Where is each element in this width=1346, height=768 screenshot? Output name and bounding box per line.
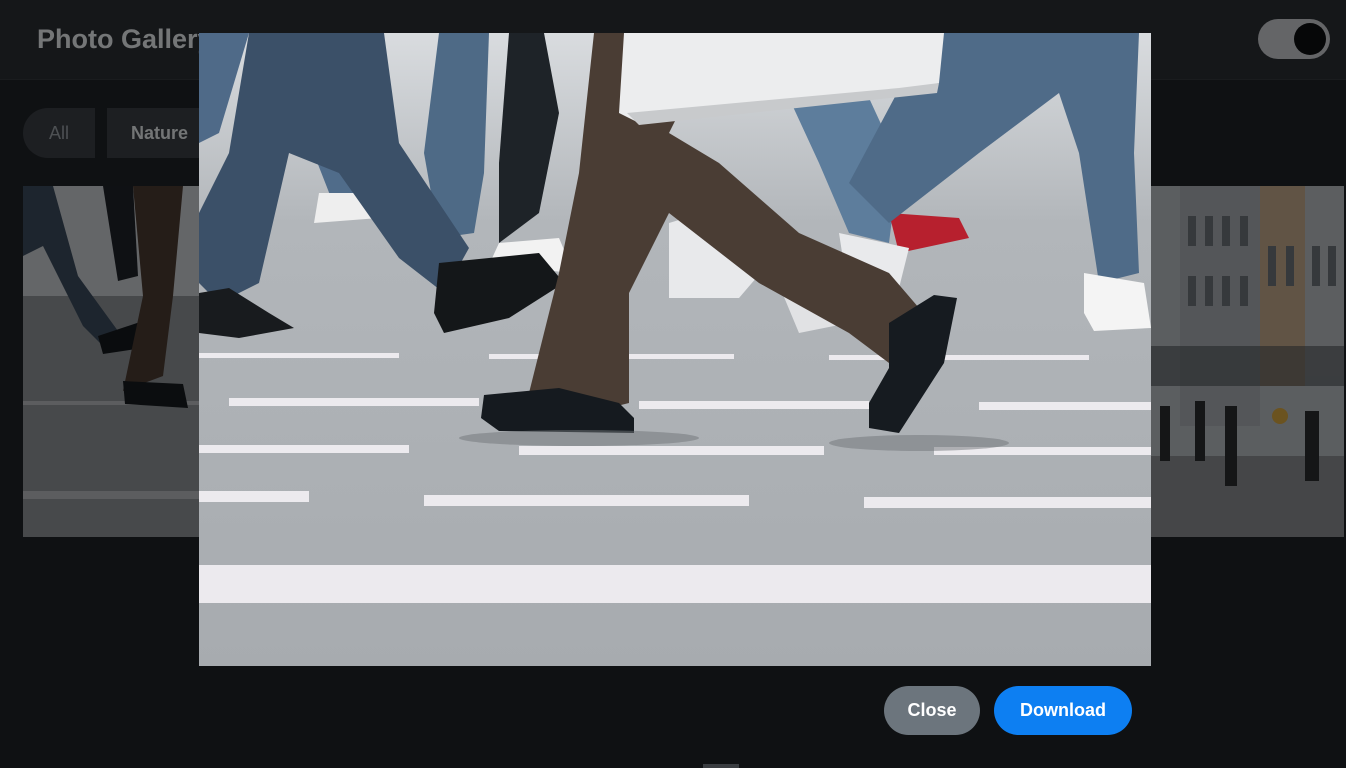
scroll-indicator xyxy=(703,764,739,768)
download-button[interactable]: Download xyxy=(994,686,1132,735)
crosswalk-photo xyxy=(199,33,1151,666)
lightbox-image xyxy=(199,33,1151,666)
close-button[interactable]: Close xyxy=(884,686,980,735)
